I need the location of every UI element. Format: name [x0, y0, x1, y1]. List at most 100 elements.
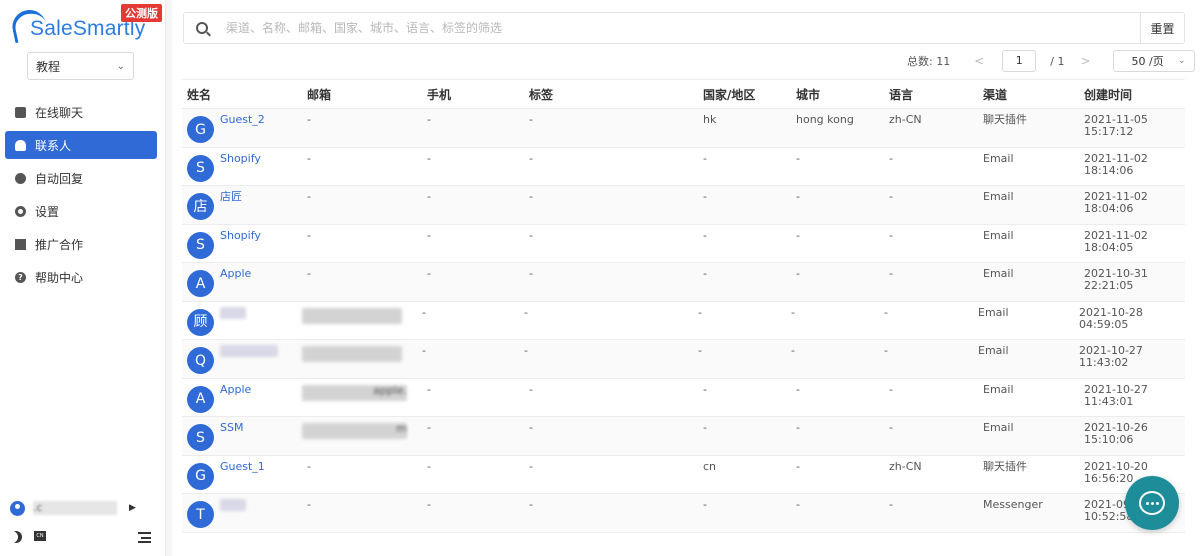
sidebar-item-chat[interactable]: 在线聊天 — [5, 98, 157, 126]
table-row[interactable]: A Apple - - - - - - Email 2021-10-31 22:21:05 — [182, 263, 1185, 302]
channel-cell: Email — [983, 421, 1014, 434]
phone-cell: - — [427, 190, 431, 203]
city-cell: - — [796, 459, 800, 473]
sidebar-item-settings[interactable]: 设置 — [5, 197, 157, 225]
country-cell: - — [703, 228, 707, 242]
main-content: 重置 总数: 11 < 1 / 1 > 50 /页 ⌄ 姓名 邮箱 手机 标签 … — [172, 0, 1200, 556]
contact-name-link[interactable]: Guest_1 — [220, 460, 265, 490]
created-cell: 2021-11-05 15:17:12 — [1084, 113, 1148, 138]
workspace-select[interactable]: 教程 ⌄ — [27, 52, 134, 80]
name-cell: S Shopify — [182, 148, 302, 182]
contact-name-link[interactable]: Guest_2 — [220, 114, 265, 143]
column-header[interactable]: 国家/地区 — [698, 86, 791, 103]
sidebar-item-auto-reply[interactable]: 自动回复 — [5, 164, 157, 192]
email-cell: apple. — [302, 384, 407, 401]
name-cell: G Guest_2 — [182, 109, 302, 143]
channel-cell: Email — [983, 228, 1014, 242]
city-cell: - — [791, 305, 795, 319]
column-header[interactable]: 姓名 — [182, 86, 302, 103]
page-count: / 1 — [1050, 54, 1065, 68]
created-cell: 2021-10-31 22:21:05 — [1084, 267, 1148, 292]
help-icon: ? — [15, 271, 26, 283]
total-count: 总数: 11 — [907, 55, 951, 68]
sidebar-item-contacts[interactable]: 联系人 — [5, 131, 157, 159]
contact-name-link[interactable] — [220, 499, 246, 511]
channel-cell: Email — [983, 151, 1014, 165]
search-input[interactable] — [226, 21, 1140, 35]
email-cell: - — [307, 190, 311, 203]
column-header[interactable]: 邮箱 — [302, 86, 422, 103]
contact-name-link[interactable]: Apple — [220, 268, 251, 297]
tag-cell: - — [524, 344, 528, 357]
page-size-select[interactable]: 50 /页 ⌄ — [1112, 50, 1195, 72]
column-header[interactable]: 标签 — [524, 86, 698, 103]
phone-cell: - — [427, 459, 431, 473]
caret-right-icon: ▶ — [129, 503, 136, 513]
chevron-down-icon: ⌄ — [116, 60, 125, 72]
avatar: G — [187, 116, 214, 143]
chevron-down-icon: ⌄ — [1177, 56, 1186, 66]
column-header[interactable]: 语言 — [884, 86, 978, 103]
collapse-menu-icon[interactable] — [138, 532, 151, 543]
sidebar-item-label: 联系人 — [35, 138, 72, 153]
column-header[interactable]: 渠道 — [978, 86, 1079, 103]
tag-cell: - — [529, 151, 533, 165]
sidebar-item-partners[interactable]: 推广合作 — [5, 230, 157, 258]
contact-name-link[interactable] — [220, 306, 246, 319]
table-row[interactable]: 店店匠 - - - - - - Email 2021-11-02 18:04:06 — [182, 186, 1185, 225]
next-page-button[interactable]: > — [1080, 54, 1090, 68]
table-row[interactable]: G Guest_1- - - cn - zh-CN 聊天插件 2021-10-20 16:56:… — [182, 456, 1185, 494]
sidebar-item-help[interactable]: ? 帮助中心 — [5, 263, 157, 291]
contact-name-link[interactable] — [220, 345, 278, 357]
phone-cell: - — [422, 305, 426, 319]
dark-mode-icon[interactable] — [10, 531, 22, 543]
email-cell — [302, 307, 402, 324]
contact-name-link[interactable]: Shopify — [220, 152, 261, 182]
city-cell: - — [796, 151, 800, 165]
table-row[interactable]: 顾 - - - - - Email 2021-10-28 04:59:05 — [182, 302, 1185, 340]
name-cell: G Guest_1 — [182, 456, 302, 490]
created-cell: 2021-10-26 15:10:06 — [1084, 421, 1148, 446]
column-header[interactable]: 创建时间 — [1079, 86, 1185, 103]
table-row[interactable]: S Shopify - - - - - - Email 2021-11-02 18:14:06 — [182, 148, 1185, 186]
sidebar-nav: 在线聊天 联系人 自动回复 设置 推广合作 ? 帮助中心 — [5, 98, 157, 296]
tag-cell: - — [529, 421, 533, 434]
sidebar-footer: CN — [10, 530, 155, 546]
search-icon — [196, 22, 208, 34]
table-row[interactable]: A Apple apple. - - - - - Email 2021-10-27 11:43:0… — [182, 379, 1185, 417]
contact-name-link[interactable]: Shopify — [220, 229, 261, 259]
phone-cell: - — [427, 382, 431, 396]
sidebar-item-label: 帮助中心 — [35, 270, 84, 285]
name-cell: Q — [182, 340, 302, 374]
user-menu[interactable]: .c ▶ — [10, 499, 160, 517]
table-row[interactable]: S Shopify - - - - - - Email 2021-11-02 18:04:05 — [182, 225, 1185, 263]
workspace-selected: 教程 — [36, 59, 61, 74]
table-row[interactable]: Q - - - - - Email 2021-10-27 11:43:02 — [182, 340, 1185, 379]
column-header[interactable]: 城市 — [791, 86, 884, 103]
table-row[interactable]: S SSM m - - - - - Email 2021-10-26 15:10:06 — [182, 417, 1185, 456]
column-header[interactable]: 手机 — [422, 86, 524, 103]
email-cell — [302, 346, 402, 362]
phone-cell: - — [427, 151, 431, 165]
created-cell: 2021-11-02 18:04:05 — [1084, 228, 1148, 254]
table-row[interactable]: G Guest_2- - - hk hong kong zh-CN 聊天插件 2021-11-0… — [182, 109, 1185, 148]
contact-name-link[interactable]: SSM — [220, 422, 243, 451]
pagination: 总数: 11 < 1 / 1 > 50 /页 ⌄ — [907, 50, 1195, 72]
contact-name-link[interactable]: Apple — [220, 383, 251, 413]
language-cell: - — [889, 228, 893, 242]
language-toggle[interactable]: CN — [34, 531, 46, 541]
contact-name-link[interactable]: 店匠 — [220, 191, 242, 220]
table-body: G Guest_2- - - hk hong kong zh-CN 聊天插件 2021-11-0… — [182, 109, 1185, 533]
chat-widget-button[interactable] — [1125, 476, 1179, 530]
page-input[interactable]: 1 — [1002, 50, 1037, 72]
channel-cell: Email — [978, 344, 1009, 357]
country-cell: - — [703, 382, 707, 396]
city-cell: - — [796, 421, 800, 434]
prev-page-button[interactable]: < — [974, 54, 984, 68]
email-cell: m — [302, 423, 407, 439]
reset-button[interactable]: 重置 — [1140, 13, 1184, 43]
table-row[interactable]: T - - - - - - Messenger 2021-09 10:52:58 — [182, 494, 1185, 533]
phone-cell: - — [427, 498, 431, 511]
logo[interactable]: SaleSmartly 公测版 — [8, 4, 164, 46]
city-cell: hong kong — [796, 113, 854, 126]
